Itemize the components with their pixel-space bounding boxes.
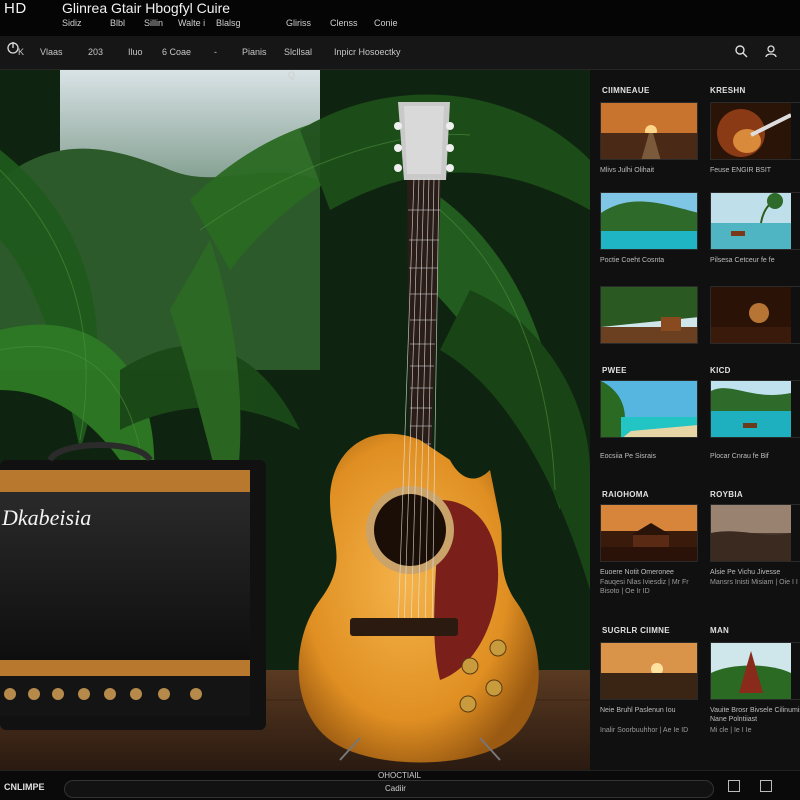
thumbnail-pagoda[interactable] (710, 642, 800, 700)
top-menu-item[interactable]: Blalsg (216, 18, 241, 28)
thumbnail-caption: Euoere Notit Omeronee (600, 569, 674, 576)
nav-item[interactable]: Pianis (242, 47, 267, 57)
thumbnail-guitar[interactable] (710, 102, 800, 160)
top-menu-item[interactable]: Gliriss (286, 18, 311, 28)
gallery-sidebar: CIIMNEAUE KRESHN Mlivs Julhi Olihait Feu… (590, 70, 800, 770)
top-menu-item[interactable]: Walte i (178, 18, 205, 28)
thumbnail-caption: Neie Bruhl Paslenun Iou (600, 707, 676, 714)
section-heading: CIIMNEAUE (602, 86, 650, 95)
bottom-bar: CNLIMPE OHOCTIAIL Cadiir (0, 770, 800, 800)
thumbnail-caption: Alsie Pe Vichu Jivesse (710, 569, 781, 576)
thumbnail-jungle-hut[interactable] (600, 286, 698, 344)
caption-field-text: Cadiir (385, 784, 406, 793)
bottom-center-label: OHOCTIAIL (378, 771, 422, 780)
nav-bar: K Vlaas 203 Iluo 6 Coae - Pianis Slcllsa… (0, 36, 800, 70)
caption-field[interactable]: Cadiir (64, 780, 714, 798)
section-heading: SUGRLR CIIMNE (602, 626, 670, 635)
top-menu-item[interactable]: Conie (374, 18, 398, 28)
thumbnail-misty-river[interactable] (710, 504, 800, 562)
nav-item[interactable]: Vlaas (40, 47, 63, 57)
amplifier (0, 442, 266, 730)
thumbnail-caption: Poctie Coeht Cosnta (600, 257, 665, 264)
thumbnail-tropical-lagoon[interactable] (600, 192, 698, 250)
nav-item[interactable]: Slcllsal (284, 47, 312, 57)
top-menu-item[interactable]: Sidiz (62, 18, 82, 28)
thumbnail-turquoise-bay[interactable] (600, 380, 698, 438)
thumbnail-temple-sunset[interactable] (600, 504, 698, 562)
hero-photo: Dkabeisia (0, 70, 590, 770)
bottom-bar-label: CNLIMPE (4, 782, 45, 792)
thumbnail-caption: Eocsiia Pe Sisrais (600, 453, 657, 460)
section-heading: KRESHN (710, 86, 746, 95)
title-bar: HD Glinrea Gtair Hbogfyl Cuire Sidiz Blb… (0, 0, 800, 36)
section-heading: RAIOHOMA (602, 490, 649, 499)
top-menu-item[interactable]: Sillin (144, 18, 163, 28)
fullscreen-icon[interactable] (728, 780, 740, 792)
thumbnail-caption: Pilsesa Cetceur fe fe (710, 257, 775, 264)
section-heading: ROYBIA (710, 490, 743, 499)
amp-brand-label: Dkabeisia (1, 505, 91, 530)
nav-item[interactable]: Inpicr Hosoectky (334, 47, 401, 57)
app-logo: HD (4, 0, 27, 17)
thumbnail-meta: Fauqesi Nlas Iviesdiz | Mr Fr Bisoto | O… (600, 579, 689, 595)
thumbnail-caption: Vauite Brosr Bivsele Cilinumist Nane Pol… (710, 707, 800, 723)
thumbnail-meta: Mi cle | Ie I Ie (710, 727, 752, 734)
thumbnail-caption: Mlivs Julhi Olihait (600, 167, 655, 174)
nav-item[interactable]: 6 Coae (162, 47, 191, 57)
hero-marker: Q (288, 70, 296, 80)
thumbnail-ocean-sunset[interactable] (600, 642, 698, 700)
app-title: Glinrea Gtair Hbogfyl Cuire (62, 0, 231, 16)
section-heading: KICD (710, 366, 731, 375)
thumbnail-caption: Plocar Cnrau fe Bif (710, 453, 769, 460)
thumbnail-meta: Mansrs Inisti Misiam | Oie I I (710, 579, 798, 586)
window-icon[interactable] (760, 780, 772, 792)
thumbnail-beach-palms[interactable] (710, 192, 800, 250)
top-menu-item[interactable]: Blbl (110, 18, 125, 28)
section-heading: MAN (710, 626, 730, 635)
thumbnail-dark-hall[interactable] (710, 286, 800, 344)
nav-item[interactable]: Iluo (128, 47, 143, 57)
thumbnail-meta: Inalir Soorbuuhhor | Ae Ie ID (600, 727, 689, 734)
thumbnail-caption: Feuse ENGIR BSIT (710, 167, 772, 174)
section-heading: PWEE (602, 366, 627, 375)
hero-image: Dkabeisia Q (0, 70, 590, 770)
thumbnail-boat-lagoon[interactable] (710, 380, 800, 438)
top-menu-item[interactable]: Clenss (330, 18, 358, 28)
user-icon[interactable] (764, 44, 778, 58)
search-icon[interactable] (734, 44, 748, 58)
nav-item[interactable]: - (214, 47, 217, 57)
thumbnail-sunset-road[interactable] (600, 102, 698, 160)
nav-item[interactable]: 203 (88, 47, 103, 57)
nav-item[interactable]: K (18, 47, 24, 57)
